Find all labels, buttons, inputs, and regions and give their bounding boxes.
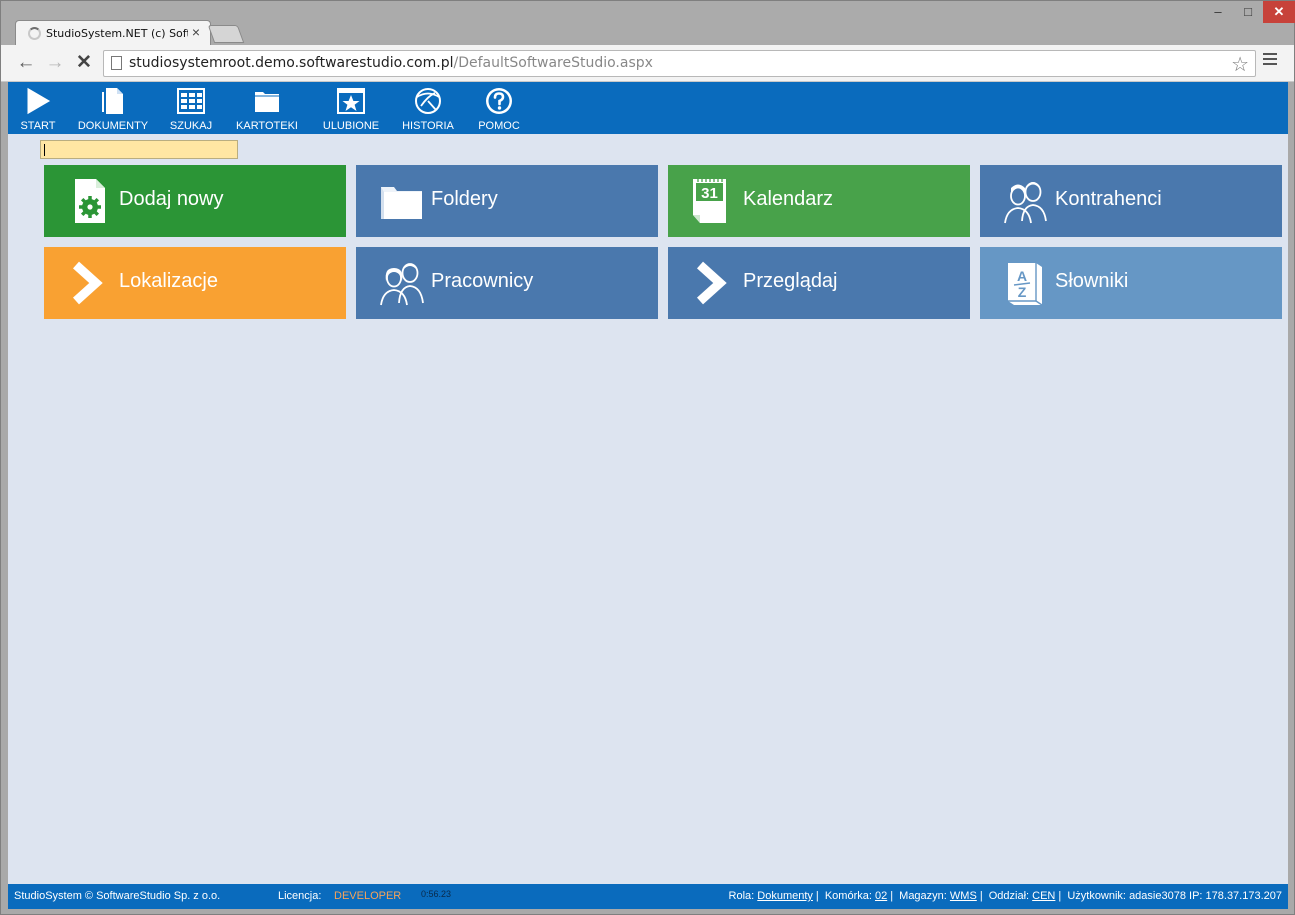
nav-search-label: SZUKAJ xyxy=(169,120,213,132)
tile-add-new-label: Dodaj nowy xyxy=(119,188,224,210)
status-cell-link[interactable]: 02 xyxy=(875,890,887,902)
search-grid-icon xyxy=(177,88,205,114)
browser-tab-active[interactable]: StudioSystem.NET (c) Soft × xyxy=(15,20,211,46)
dictionary-icon: A Z xyxy=(1008,263,1043,306)
address-bar[interactable]: studiosystemroot.demo.softwarestudio.com… xyxy=(103,50,1256,77)
people-icon xyxy=(380,263,424,306)
star-icon xyxy=(337,88,365,114)
app-area: START DOKUMENTY SZUKAJ KARTOTEKI ULUBION… xyxy=(8,82,1288,909)
status-warehouse-label: Magazyn: xyxy=(899,890,947,902)
help-icon xyxy=(486,88,512,114)
status-ip-label: IP: xyxy=(1189,890,1203,902)
status-branch-link[interactable]: CEN xyxy=(1032,890,1055,902)
play-icon xyxy=(26,86,52,116)
status-role-link[interactable]: Dokumenty xyxy=(757,890,813,902)
status-session-info: Rola: Dokumenty | Komórka: 02 | Magazyn: W… xyxy=(728,890,1282,902)
bookmark-star-icon[interactable]: ☆ xyxy=(1231,52,1249,77)
tab-title: StudioSystem.NET (c) Soft xyxy=(46,27,188,40)
nav-history-label: HISTORIA xyxy=(402,120,454,132)
status-cell-label: Komórka: xyxy=(824,890,872,902)
status-app-name: StudioSystem © SoftwareStudio Sp. z o.o. xyxy=(14,890,221,902)
title-bar: StudioSystem.NET (c) Soft × – □ ✕ xyxy=(1,1,1295,46)
nav-documents[interactable]: DOKUMENTY xyxy=(74,82,152,134)
search-input[interactable] xyxy=(40,140,238,159)
folder-icon xyxy=(381,187,422,219)
tile-locations[interactable]: Lokalizacje xyxy=(44,247,346,319)
tile-employees[interactable]: Pracownicy xyxy=(356,247,658,319)
tile-browse-label: Przeglądaj xyxy=(743,270,838,292)
tile-locations-label: Lokalizacje xyxy=(119,270,218,292)
text-caret xyxy=(44,144,45,156)
tile-folders[interactable]: Foldery xyxy=(356,165,658,237)
status-warehouse-link[interactable]: WMS xyxy=(950,890,977,902)
nav-search[interactable]: SZUKAJ xyxy=(164,82,218,134)
url-text[interactable]: studiosystemroot.demo.softwarestudio.com… xyxy=(129,55,653,71)
calendar-icon: 31 xyxy=(693,179,726,223)
tile-add-new[interactable]: Dodaj nowy xyxy=(44,165,346,237)
page-icon xyxy=(111,56,122,70)
url-path: /DefaultSoftwareStudio.aspx xyxy=(453,55,653,71)
nav-documents-label: DOKUMENTY xyxy=(77,120,149,132)
history-icon xyxy=(415,88,441,114)
nav-start-label: START xyxy=(20,120,56,132)
tile-browse[interactable]: Przeglądaj xyxy=(668,247,970,319)
status-ip-value: 178.37.173.207 xyxy=(1205,890,1282,902)
document-gear-icon xyxy=(75,179,105,223)
browser-menu-icon[interactable] xyxy=(1263,53,1277,68)
stop-button[interactable]: ✕ xyxy=(72,52,96,74)
nav-start[interactable]: START xyxy=(14,82,62,134)
tile-contractors[interactable]: Kontrahenci xyxy=(980,165,1282,237)
status-timer: 0:56.23 xyxy=(421,889,452,899)
status-user-value: adasie3078 xyxy=(1129,890,1186,902)
chevron-right-icon xyxy=(696,261,727,305)
new-tab-button[interactable] xyxy=(207,25,245,43)
status-license-label: Licencja: xyxy=(278,890,322,902)
forward-button[interactable]: → xyxy=(43,52,67,74)
nav-favorites-label: ULUBIONE xyxy=(322,120,380,132)
folder-icon xyxy=(255,92,279,112)
svg-text:A: A xyxy=(1017,268,1027,284)
maximize-button[interactable]: □ xyxy=(1233,1,1263,23)
close-window-button[interactable]: ✕ xyxy=(1263,1,1295,23)
loading-spinner-icon xyxy=(28,27,41,40)
svg-text:Z: Z xyxy=(1018,284,1027,300)
url-host: studiosystemroot.demo.softwarestudio.com… xyxy=(129,55,454,71)
status-branch-label: Oddział: xyxy=(988,890,1030,902)
tile-calendar-label: Kalendarz xyxy=(743,188,834,210)
nav-favorites[interactable]: ULUBIONE xyxy=(316,82,386,134)
chevron-right-icon xyxy=(72,261,103,305)
nav-help-label: POMOC xyxy=(478,120,520,132)
tile-calendar[interactable]: 31 Kalendarz xyxy=(668,165,970,237)
minimize-button[interactable]: – xyxy=(1203,1,1233,23)
browser-window: StudioSystem.NET (c) Soft × – □ ✕ ← → ✕ … xyxy=(0,0,1295,915)
tab-close-icon[interactable]: × xyxy=(192,24,200,40)
status-role-label: Rola: xyxy=(728,890,755,902)
tile-folders-label: Foldery xyxy=(431,188,498,210)
tile-employees-label: Pracownicy xyxy=(431,270,534,292)
documents-icon xyxy=(102,88,123,114)
people-icon xyxy=(1004,182,1047,224)
back-button[interactable]: ← xyxy=(14,52,38,74)
browser-toolbar: ← → ✕ studiosystemroot.demo.softwarestud… xyxy=(1,45,1294,82)
status-license-value: DEVELOPER xyxy=(334,890,402,902)
calendar-day-text: 31 xyxy=(701,185,718,202)
tile-dictionaries[interactable]: A Z Słowniki xyxy=(980,247,1282,319)
app-top-nav: START DOKUMENTY SZUKAJ KARTOTEKI ULUBION… xyxy=(8,82,1288,134)
status-bar: StudioSystem © SoftwareStudio Sp. z o.o.… xyxy=(8,884,1288,909)
status-user-label: Użytkownik: xyxy=(1067,890,1126,902)
tile-dictionaries-label: Słowniki xyxy=(1055,270,1129,292)
nav-records[interactable]: KARTOTEKI xyxy=(230,82,304,134)
tile-contractors-label: Kontrahenci xyxy=(1055,188,1162,210)
nav-records-label: KARTOTEKI xyxy=(236,120,298,132)
nav-help[interactable]: POMOC xyxy=(472,82,526,134)
nav-history[interactable]: HISTORIA xyxy=(396,82,460,134)
